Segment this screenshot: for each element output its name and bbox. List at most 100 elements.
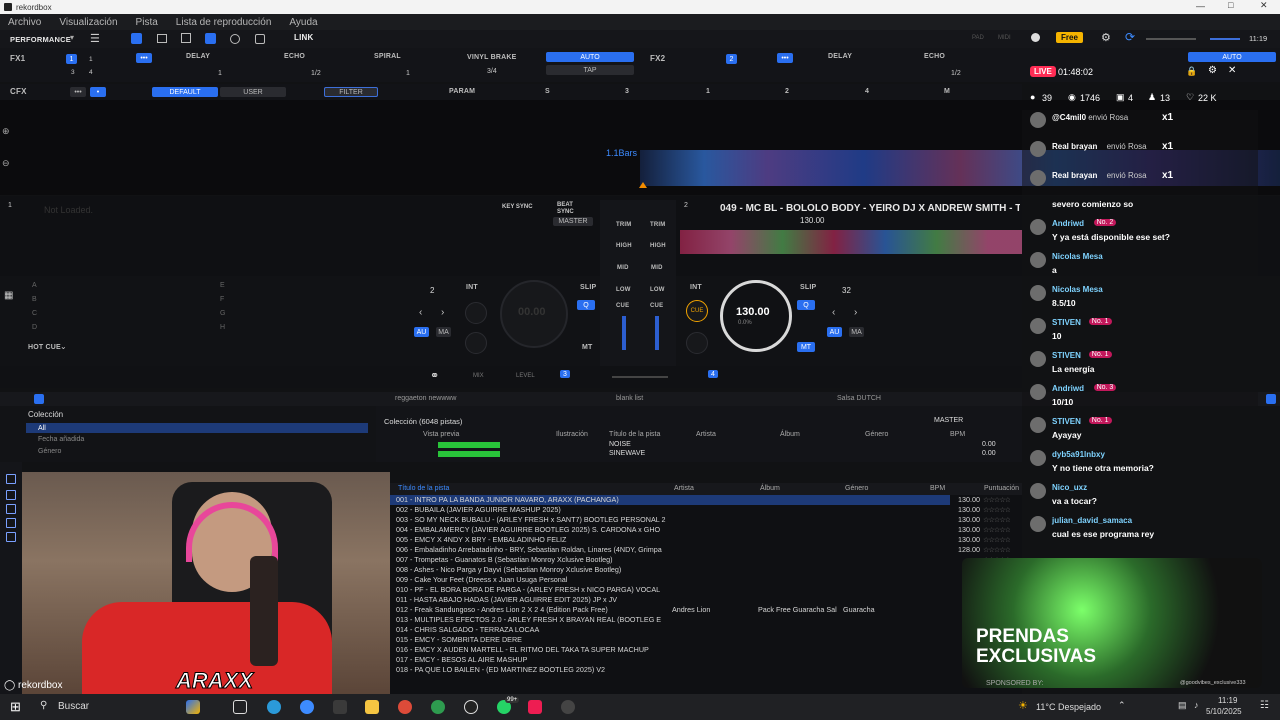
free-badge[interactable]: Free <box>1056 32 1083 43</box>
fx1-effect3-label[interactable]: SPIRAL <box>374 53 401 60</box>
network-icon[interactable]: ▤ <box>1178 700 1187 711</box>
tab-playlist-2[interactable]: blank list <box>616 395 643 402</box>
cfx-knob-s[interactable]: S <box>545 88 550 95</box>
tab-playlist-3[interactable]: Salsa DUTCH <box>837 395 881 402</box>
tray-chevron-icon[interactable]: ⌃ <box>1118 700 1126 711</box>
mixer-trim-left[interactable]: TRIM <box>616 222 631 228</box>
col-bpm[interactable]: BPM <box>930 485 945 492</box>
cfx-knob-1[interactable]: 1 <box>706 88 710 95</box>
deck1-play-button[interactable] <box>465 332 487 354</box>
mixer-low-right[interactable]: LOW <box>650 287 665 293</box>
deck1-pad-c[interactable]: C <box>32 310 37 317</box>
gear-icon[interactable]: ⚙ <box>1101 31 1111 44</box>
deck1-pad-d[interactable]: D <box>32 324 37 331</box>
mixer-icon[interactable] <box>205 33 216 44</box>
table-row[interactable]: 018 - PA QUE LO BAILEN - (ED MARTINEZ BO… <box>390 665 1010 675</box>
chat-message[interactable]: Nicolas Mesa 8.5/10 <box>1022 283 1258 316</box>
deck1-hot-cue-label[interactable]: HOT CUE <box>28 344 61 351</box>
chrome-profile-icon[interactable] <box>431 700 445 714</box>
deck2-int-label[interactable]: INT <box>690 284 702 291</box>
mixer-mid-right[interactable]: MID <box>651 265 663 271</box>
preview-col-album[interactable]: Álbum <box>780 431 800 438</box>
headphone-volume-slider[interactable] <box>1210 38 1240 40</box>
chat-username[interactable]: Nico_uxz <box>1052 483 1087 492</box>
chat-message[interactable]: julian_david_samaca cual es ese programa … <box>1022 514 1258 547</box>
fx2-deck2-button[interactable]: 2 <box>726 54 737 64</box>
minimize-button[interactable]: — <box>1196 1 1205 11</box>
chat-message[interactable]: STIVEN No. 1 10 <box>1022 316 1258 349</box>
rating-stars[interactable]: ☆☆☆☆☆ <box>983 525 1010 534</box>
search-panel-icon[interactable] <box>6 532 16 542</box>
deck2-loop-prev-icon[interactable]: ‹ <box>832 307 835 318</box>
fx-panel-icon[interactable] <box>157 34 167 43</box>
preview-col-genero[interactable]: Género <box>865 431 888 438</box>
notifications-icon[interactable]: ☷ <box>1260 700 1269 711</box>
preview-row2-title[interactable]: SINEWAVE <box>609 450 645 457</box>
chat-username[interactable]: Andriwd <box>1052 219 1084 228</box>
deck-selector-4[interactable]: 4 <box>708 370 718 378</box>
chat-message[interactable]: Real brayan envió Rosa x1 <box>1022 168 1258 197</box>
tree-item-genero[interactable]: Género <box>38 448 61 455</box>
preview-col-artista[interactable]: Artista <box>696 431 716 438</box>
deck1-mt-label[interactable]: MT <box>582 344 593 351</box>
table-row[interactable]: 006 - Embaladinho Arrebatadinho - BRY, S… <box>390 545 1010 555</box>
deck1-loop-beats[interactable]: 2 <box>430 286 434 295</box>
browser-icon[interactable] <box>300 700 314 714</box>
preview-col-bpm[interactable]: BPM <box>950 431 965 438</box>
menu-lista[interactable]: Lista de reproducción <box>176 17 272 28</box>
deck1-int-label[interactable]: INT <box>466 284 478 291</box>
table-row[interactable]: 004 - EMBALAMERCY (JAVIER AGUIRRE BOOTLE… <box>390 525 1010 535</box>
tree-item-all[interactable]: All <box>26 423 368 433</box>
master-label[interactable]: MASTER <box>934 417 963 424</box>
collection-icon[interactable] <box>6 474 16 484</box>
menu-ayuda[interactable]: Ayuda <box>289 17 317 28</box>
deck1-pad-f[interactable]: F <box>220 296 224 303</box>
playlist-icon[interactable] <box>6 490 16 500</box>
collection-title[interactable]: Colección <box>28 410 63 419</box>
headphone-icon[interactable]: ⚭ <box>430 369 439 382</box>
fx1-more-button[interactable]: ••• <box>136 53 152 63</box>
rekordbox-taskbar-icon[interactable] <box>561 700 575 714</box>
table-row[interactable]: 015 - EMCY - SOMBRITA DERE DERE☆☆☆☆☆ <box>390 635 1010 645</box>
crossfader[interactable] <box>612 376 668 378</box>
history-icon[interactable] <box>6 518 16 528</box>
cfx-knob-m[interactable]: M <box>944 88 950 95</box>
mixer-high-left[interactable]: HIGH <box>616 243 632 249</box>
deck1-pad-b[interactable]: B <box>32 296 37 303</box>
chat-message[interactable]: severo comienzo so <box>1022 197 1258 217</box>
mixer-high-right[interactable]: HIGH <box>650 243 666 249</box>
fx1-effect1-label[interactable]: DELAY <box>186 53 210 60</box>
chat-username[interactable]: julian_david_samaca <box>1052 516 1132 525</box>
chat-message[interactable]: dyb5a91lnbxy Y no tiene otra memoria? <box>1022 448 1258 481</box>
rating-stars[interactable]: ☆☆☆☆☆ <box>983 495 1010 504</box>
cfx-user-button[interactable]: USER <box>220 87 286 97</box>
table-row[interactable]: 008 - Ashes - Nico Parga y Dayvi (Sebast… <box>390 565 1010 575</box>
table-row[interactable]: 007 - Trompetas - Guanatos B (Sebastian … <box>390 555 1010 565</box>
sampler-icon[interactable] <box>255 34 265 44</box>
chat-username[interactable]: STIVEN <box>1052 318 1081 327</box>
deck1-cue-button[interactable] <box>465 302 487 324</box>
tab-playlist-1[interactable]: reggaeton newwww <box>395 395 456 402</box>
obs-icon[interactable] <box>464 700 478 714</box>
chat-message[interactable]: Andriwd No. 2 Y ya está disponible ese set… <box>1022 217 1258 250</box>
deck2-waveform[interactable] <box>680 230 1022 254</box>
fx2-auto-button[interactable]: AUTO <box>1188 52 1276 62</box>
table-row[interactable]: 005 - EMCY X 4NDY X BRY - EMBALADINHO FE… <box>390 535 1010 545</box>
fx2-more-button[interactable]: ••• <box>777 53 793 63</box>
deck1-pad-h[interactable]: H <box>220 324 225 331</box>
mixer-cue-right[interactable]: CUE <box>650 303 663 309</box>
maximize-button[interactable]: □ <box>1228 0 1233 10</box>
record-icon[interactable] <box>230 34 240 44</box>
chrome-icon[interactable] <box>398 700 412 714</box>
deck1-loop-prev-icon[interactable]: ‹ <box>419 307 422 318</box>
browser-view-icon[interactable] <box>34 394 44 404</box>
chat-username[interactable]: dyb5a91lnbxy <box>1052 450 1105 459</box>
menu-icon[interactable]: ☰ <box>90 32 100 45</box>
deck1-au-button[interactable]: AU <box>414 327 429 337</box>
taskview-icon[interactable] <box>233 700 247 714</box>
deck1-quantize-button[interactable]: Q <box>577 300 595 310</box>
cfx-knob-3[interactable]: 3 <box>625 88 629 95</box>
cfx-knob-4[interactable]: 4 <box>865 88 869 95</box>
chat-message[interactable]: Nicolas Mesa a <box>1022 250 1258 283</box>
table-row[interactable]: 002 - BUBAILA (JAVIER AGUIRRE MASHUP 202… <box>390 505 1010 515</box>
